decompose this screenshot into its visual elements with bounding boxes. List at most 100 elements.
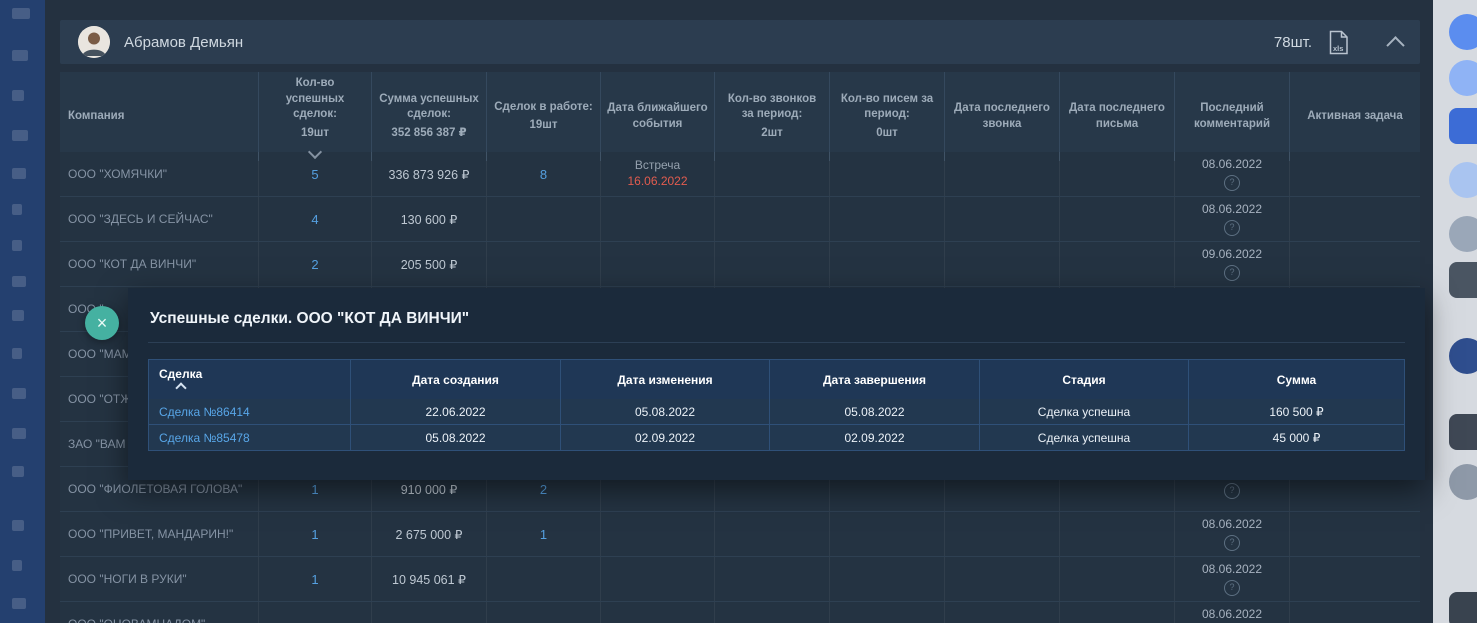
table-row: ООО "ОНОВАМНАДОМ"08.06.2022? bbox=[60, 602, 1420, 623]
success-count-link[interactable]: 4 bbox=[311, 212, 318, 227]
avatar bbox=[78, 26, 110, 58]
comment-tooltip-icon[interactable]: ? bbox=[1224, 535, 1240, 551]
last-letter-cell bbox=[1060, 557, 1175, 601]
in-work-link[interactable]: 1 bbox=[540, 527, 547, 542]
sidebar-glyph bbox=[12, 388, 26, 399]
taskbar-app-icon[interactable] bbox=[1449, 14, 1477, 50]
company-name[interactable]: ООО "ОТЖ bbox=[68, 392, 131, 406]
taskbar-app-icon[interactable] bbox=[1449, 60, 1477, 96]
card-header-actions: 78шт. xls bbox=[1274, 30, 1402, 55]
modal-column-modified[interactable]: Дата изменения bbox=[561, 360, 770, 399]
taskbar-app-icon[interactable] bbox=[1449, 162, 1477, 198]
in-work-cell bbox=[487, 602, 601, 623]
deal-link[interactable]: Сделка №85478 bbox=[159, 431, 250, 445]
column-header-last-call[interactable]: Дата последнего звонка bbox=[945, 72, 1060, 161]
success-count-cell: 2 bbox=[259, 242, 372, 286]
column-header-last-comment[interactable]: Последний комментарий bbox=[1175, 72, 1290, 161]
success-count-link[interactable]: 2 bbox=[311, 257, 318, 272]
company-cell: ООО "КОТ ДА ВИНЧИ" bbox=[60, 242, 259, 286]
taskbar-app-icon[interactable] bbox=[1449, 592, 1477, 623]
column-header-company[interactable]: Компания bbox=[60, 72, 259, 161]
taskbar-app-icon[interactable] bbox=[1449, 464, 1477, 500]
collapse-chevron-icon[interactable] bbox=[1389, 36, 1402, 49]
company-cell: ООО "НОГИ В РУКИ" bbox=[60, 557, 259, 601]
companies-table-header: КомпанияКол-во успешных сделок:19штСумма… bbox=[60, 72, 1420, 152]
in-work-link[interactable]: 8 bbox=[540, 167, 547, 182]
column-header-in-work[interactable]: Сделок в работе:19шт bbox=[487, 72, 601, 161]
manager-card-header[interactable]: Абрамов Демьян 78шт. xls bbox=[60, 20, 1420, 64]
last-call-cell bbox=[945, 152, 1060, 196]
company-name[interactable]: ООО "ПРИВЕТ, МАНДАРИН!" bbox=[68, 527, 233, 541]
success-count-link[interactable]: 1 bbox=[311, 482, 318, 497]
column-header-calls-count[interactable]: Кол-во звонков за период:2шт bbox=[715, 72, 830, 161]
success-sum: 205 500 ₽ bbox=[401, 257, 458, 272]
comment-tooltip-icon[interactable]: ? bbox=[1224, 580, 1240, 596]
company-name[interactable]: ООО "МАМ bbox=[68, 347, 132, 361]
in-work-cell: 1 bbox=[487, 512, 601, 556]
company-name[interactable]: ООО "НОГИ В РУКИ" bbox=[68, 572, 187, 586]
last-letter-cell bbox=[1060, 602, 1175, 623]
column-label: Дата последнего письма bbox=[1066, 101, 1168, 132]
taskbar-app-icon[interactable] bbox=[1449, 262, 1477, 298]
sort-up-icon[interactable] bbox=[175, 382, 186, 393]
taskbar-app-icon[interactable] bbox=[1449, 414, 1477, 450]
last-letter-cell bbox=[1060, 152, 1175, 196]
deal-cell: Сделка №86414 bbox=[149, 399, 351, 424]
success-count-link[interactable]: 5 bbox=[311, 167, 318, 182]
success-count-link[interactable]: 1 bbox=[311, 527, 318, 542]
modal-column-created[interactable]: Дата создания bbox=[351, 360, 561, 399]
success-count-link[interactable]: 1 bbox=[311, 572, 318, 587]
column-header-next-event[interactable]: Дата ближайшего события bbox=[601, 72, 715, 161]
last-call-cell bbox=[945, 197, 1060, 241]
company-name[interactable]: ООО "ХОМЯЧКИ" bbox=[68, 167, 167, 181]
modal-column-label: Сделка bbox=[159, 367, 202, 381]
column-header-letters-count[interactable]: Кол-во писем за период:0шт bbox=[830, 72, 945, 161]
comment-tooltip-icon[interactable]: ? bbox=[1224, 220, 1240, 236]
success-sum: 130 600 ₽ bbox=[401, 212, 458, 227]
comment-date: 08.06.2022 bbox=[1202, 202, 1262, 216]
in-work-cell bbox=[487, 197, 601, 241]
company-name[interactable]: ООО "КОТ ДА ВИНЧИ" bbox=[68, 257, 196, 271]
sidebar-glyph bbox=[12, 50, 28, 61]
manager-name: Абрамов Демьян bbox=[124, 34, 243, 51]
in-work-link[interactable]: 2 bbox=[540, 482, 547, 497]
modal-close-button[interactable]: × bbox=[85, 306, 119, 340]
next-event-cell bbox=[601, 557, 715, 601]
sidebar-glyph bbox=[12, 466, 24, 477]
deal-link[interactable]: Сделка №86414 bbox=[159, 405, 250, 419]
taskbar-app-icon[interactable] bbox=[1449, 108, 1477, 144]
modal-column-deal[interactable]: Сделка bbox=[149, 360, 351, 399]
sidebar-glyph bbox=[12, 240, 22, 251]
xls-export-icon[interactable]: xls bbox=[1328, 30, 1349, 55]
column-header-success-sum[interactable]: Сумма успешных сделок:352 856 387 ₽ bbox=[372, 72, 487, 161]
last-letter-cell bbox=[1060, 197, 1175, 241]
sidebar-glyph bbox=[12, 168, 26, 179]
success-sum: 336 873 926 ₽ bbox=[389, 167, 470, 182]
letters-cell bbox=[830, 152, 945, 196]
sidebar-glyph bbox=[12, 310, 24, 321]
comment-tooltip-icon[interactable]: ? bbox=[1224, 483, 1240, 499]
deal-modified-cell: 05.08.2022 bbox=[561, 399, 770, 424]
taskbar-app-icon[interactable] bbox=[1449, 338, 1477, 374]
comment-date: 09.06.2022 bbox=[1202, 247, 1262, 261]
sidebar-glyph bbox=[12, 8, 30, 19]
company-name[interactable]: ЗАО "ВАМ bbox=[68, 437, 126, 451]
success-sum-cell: 2 675 000 ₽ bbox=[372, 512, 487, 556]
comment-tooltip-icon[interactable]: ? bbox=[1224, 175, 1240, 191]
right-taskbar bbox=[1433, 0, 1477, 623]
column-header-success-deals[interactable]: Кол-во успешных сделок:19шт bbox=[259, 72, 372, 161]
comment-tooltip-icon[interactable]: ? bbox=[1224, 265, 1240, 281]
company-name[interactable]: ООО "ФИОЛЕТОВАЯ ГОЛОВА" bbox=[68, 482, 242, 496]
success-sum-cell bbox=[372, 602, 487, 623]
modal-column-sum[interactable]: Сумма bbox=[1189, 360, 1404, 399]
taskbar-app-icon[interactable] bbox=[1449, 216, 1477, 252]
column-header-active-task[interactable]: Активная задача bbox=[1290, 72, 1420, 161]
modal-column-finished[interactable]: Дата завершения bbox=[770, 360, 980, 399]
success-sum: 910 000 ₽ bbox=[401, 482, 458, 497]
deal-modified-cell: 02.09.2022 bbox=[561, 425, 770, 450]
column-header-last-letter[interactable]: Дата последнего письма bbox=[1060, 72, 1175, 161]
modal-column-stage[interactable]: Стадия bbox=[980, 360, 1189, 399]
company-name[interactable]: ООО "ЗДЕСЬ И СЕЙЧАС" bbox=[68, 212, 213, 226]
company-name[interactable]: ООО "ОНОВАМНАДОМ" bbox=[68, 617, 205, 623]
deal-finished-cell: 02.09.2022 bbox=[770, 425, 980, 450]
